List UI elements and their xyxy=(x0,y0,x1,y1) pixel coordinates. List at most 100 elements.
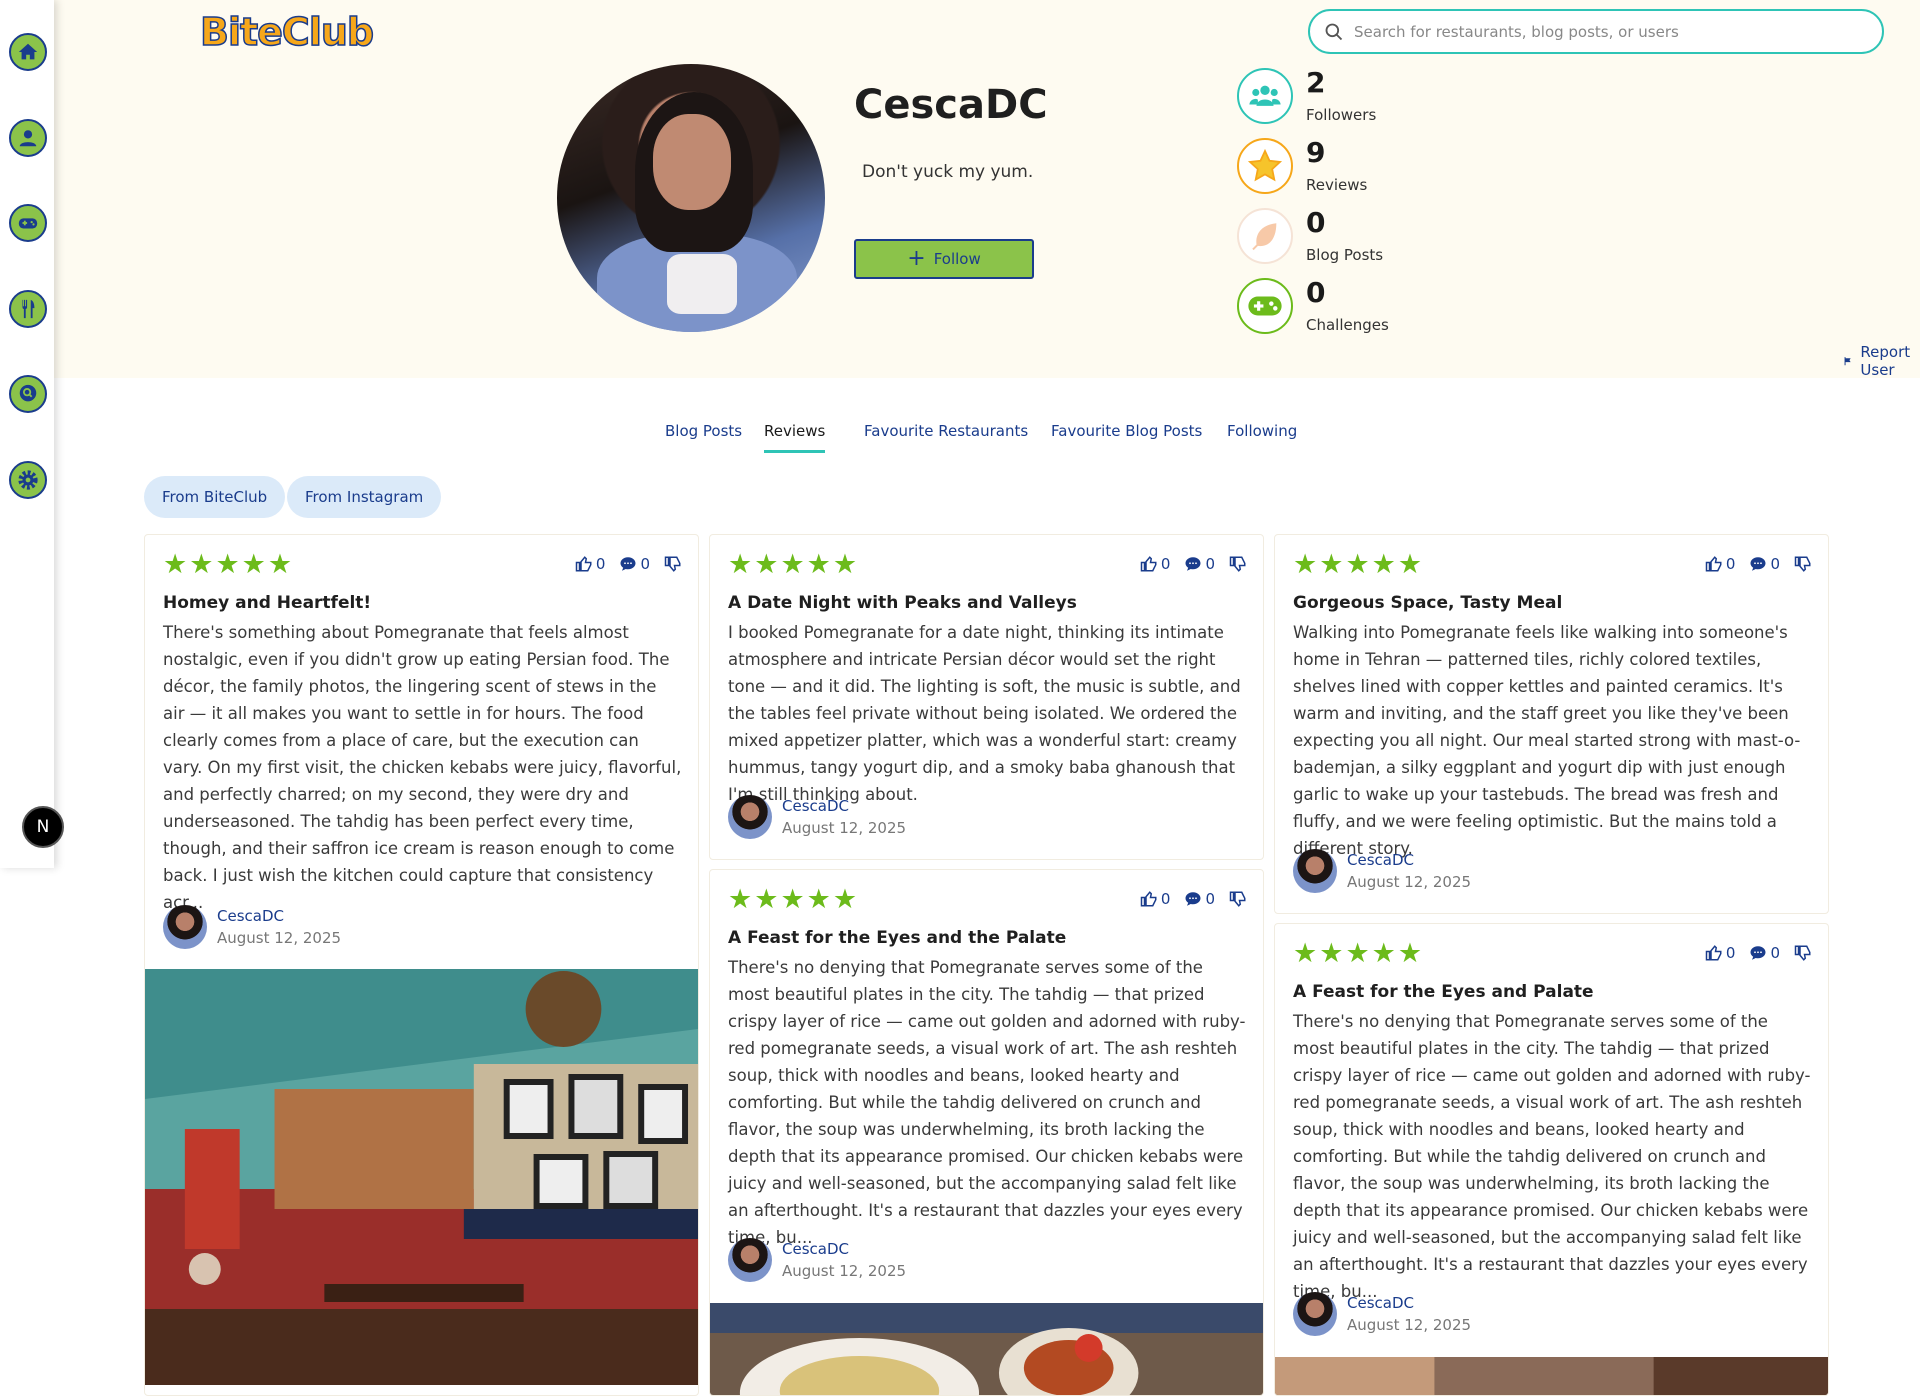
review-title: Gorgeous Space, Tasty Meal xyxy=(1293,593,1563,613)
rating-stars: ★ ★ ★ ★ ★ xyxy=(163,549,293,580)
review-body: There's no denying that Pomegranate serv… xyxy=(1293,1012,1811,1301)
tab-blog-posts[interactable]: Blog Posts xyxy=(665,422,742,450)
like-button[interactable]: 0 xyxy=(1705,555,1735,573)
author-name[interactable]: CescaDC xyxy=(1347,1294,1471,1312)
comment-count: 0 xyxy=(1205,555,1215,573)
blog-posts-count: 0 xyxy=(1306,206,1326,239)
food-photo[interactable] xyxy=(710,1303,1263,1396)
dislike-button[interactable] xyxy=(1794,555,1812,573)
like-count: 0 xyxy=(595,555,606,573)
thumbs-down-icon xyxy=(1229,891,1246,907)
comment-icon xyxy=(1750,946,1766,960)
review-card[interactable]: ★ ★ ★ ★ ★ 0 0 A Date Night with Peaks and Va… xyxy=(709,534,1264,860)
profile-header: BiteClub CescaDC Don't yuck my yum. + Fo… xyxy=(54,0,1920,379)
like-button[interactable]: 0 xyxy=(1140,890,1171,908)
review-author[interactable]: CescaDC August 12, 2025 xyxy=(728,795,906,839)
comment-icon xyxy=(1750,557,1766,571)
filter-from-biteclub[interactable]: From BiteClub xyxy=(144,476,286,518)
plus-icon: + xyxy=(907,246,926,271)
comment-button[interactable]: 0 xyxy=(1184,890,1215,908)
restaurant-photo[interactable] xyxy=(145,969,698,1385)
comment-count: 0 xyxy=(1770,944,1780,962)
tab-favourite-blog-posts[interactable]: Favourite Blog Posts xyxy=(1051,422,1202,450)
review-author[interactable]: CescaDC August 12, 2025 xyxy=(728,1238,906,1282)
comment-count: 0 xyxy=(1770,555,1780,573)
review-date: August 12, 2025 xyxy=(217,929,342,947)
report-user-link[interactable]: Report User xyxy=(1843,343,1920,379)
comment-count: 0 xyxy=(640,555,650,573)
dislike-button[interactable] xyxy=(664,555,682,573)
gamepad-icon[interactable] xyxy=(9,204,47,242)
followers-count: 2 xyxy=(1306,66,1326,99)
thumbs-down-icon xyxy=(1229,556,1246,572)
restaurant-icon[interactable] xyxy=(9,290,47,328)
author-name[interactable]: CescaDC xyxy=(782,1240,906,1258)
like-count: 0 xyxy=(1725,944,1736,962)
profile-icon[interactable] xyxy=(9,119,47,157)
rating-stars: ★ ★ ★ ★ ★ xyxy=(1293,549,1423,580)
review-author[interactable]: CescaDC August 12, 2025 xyxy=(1293,849,1471,893)
author-name[interactable]: CescaDC xyxy=(1347,851,1471,869)
star-icon xyxy=(1237,138,1293,194)
comment-button[interactable]: 0 xyxy=(1749,944,1780,962)
author-name[interactable]: CescaDC xyxy=(217,907,341,925)
rating-stars: ★ ★ ★ ★ ★ xyxy=(1293,938,1423,969)
food-photo[interactable] xyxy=(1275,1357,1828,1396)
like-count: 0 xyxy=(1160,890,1171,908)
profile-username: CescaDC xyxy=(854,82,1048,128)
search-bubble-icon[interactable] xyxy=(9,375,47,413)
search-bar[interactable] xyxy=(1308,9,1884,54)
avatar xyxy=(1293,849,1337,893)
review-card[interactable]: ★ ★ ★ ★ ★ 0 0 Homey and Heartfelt! There's s… xyxy=(144,534,699,1396)
home-icon[interactable] xyxy=(9,33,47,71)
dislike-button[interactable] xyxy=(1794,944,1812,962)
review-card[interactable]: ★ ★ ★ ★ ★ 0 0 A Feast for the Eyes and Palat… xyxy=(1274,923,1829,1396)
reviews-label: Reviews xyxy=(1306,176,1368,194)
comment-button[interactable]: 0 xyxy=(1749,555,1780,573)
comment-button[interactable]: 0 xyxy=(619,555,650,573)
thumbs-down-icon xyxy=(1794,556,1811,572)
dev-badge[interactable]: N xyxy=(22,806,64,848)
profile-bio: Don't yuck my yum. xyxy=(862,162,1034,182)
follow-button[interactable]: + Follow xyxy=(854,239,1034,279)
filter-from-instagram[interactable]: From Instagram xyxy=(287,476,442,518)
review-actions: 0 0 xyxy=(1132,890,1247,908)
review-author[interactable]: CescaDC August 12, 2025 xyxy=(1293,1292,1471,1336)
review-body: There's no denying that Pomegranate serv… xyxy=(728,958,1246,1247)
comment-icon xyxy=(1185,892,1201,906)
review-body: There's something about Pomegranate that… xyxy=(163,623,682,912)
author-name[interactable]: CescaDC xyxy=(782,797,906,815)
like-button[interactable]: 0 xyxy=(1705,944,1736,962)
thumbs-down-icon xyxy=(664,556,681,572)
profile-avatar xyxy=(557,64,825,332)
tab-following[interactable]: Following xyxy=(1227,422,1297,450)
comment-count: 0 xyxy=(1205,890,1215,908)
followers-label: Followers xyxy=(1306,106,1377,124)
comment-button[interactable]: 0 xyxy=(1184,555,1215,573)
review-author[interactable]: CescaDC August 12, 2025 xyxy=(163,905,341,949)
users-icon xyxy=(1237,68,1293,124)
comment-icon xyxy=(1185,557,1201,571)
review-card[interactable]: ★ ★ ★ ★ ★ 0 0 Gorgeous Space, Tasty Meal Wal… xyxy=(1274,534,1829,914)
like-button[interactable]: 0 xyxy=(575,555,606,573)
review-actions: 0 0 xyxy=(1697,944,1812,962)
rating-stars: ★ ★ ★ ★ ★ xyxy=(728,884,858,915)
review-title: Homey and Heartfelt! xyxy=(163,593,372,613)
review-title: A Date Night with Peaks and Valleys xyxy=(728,593,1077,613)
review-actions: 0 0 xyxy=(1132,555,1247,573)
challenges-count: 0 xyxy=(1306,276,1326,309)
tab-favourite-restaurants[interactable]: Favourite Restaurants xyxy=(864,422,1028,450)
tab-reviews[interactable]: Reviews xyxy=(764,422,826,453)
like-button[interactable]: 0 xyxy=(1140,555,1170,573)
search-input[interactable] xyxy=(1354,22,1854,41)
dislike-button[interactable] xyxy=(1229,890,1247,908)
review-title: A Feast for the Eyes and Palate xyxy=(1293,982,1594,1002)
thumbs-up-icon xyxy=(1705,945,1722,961)
settings-icon[interactable] xyxy=(9,461,47,499)
profile-tabs: Blog Posts Reviews Favourite Restaurants… xyxy=(0,418,1920,458)
avatar xyxy=(728,1238,772,1282)
review-date: August 12, 2025 xyxy=(1347,1316,1472,1334)
dislike-button[interactable] xyxy=(1229,555,1247,573)
app-logo[interactable]: BiteClub xyxy=(199,9,375,55)
review-card[interactable]: ★ ★ ★ ★ ★ 0 0 A Feast for the Eyes and the P… xyxy=(709,869,1264,1396)
